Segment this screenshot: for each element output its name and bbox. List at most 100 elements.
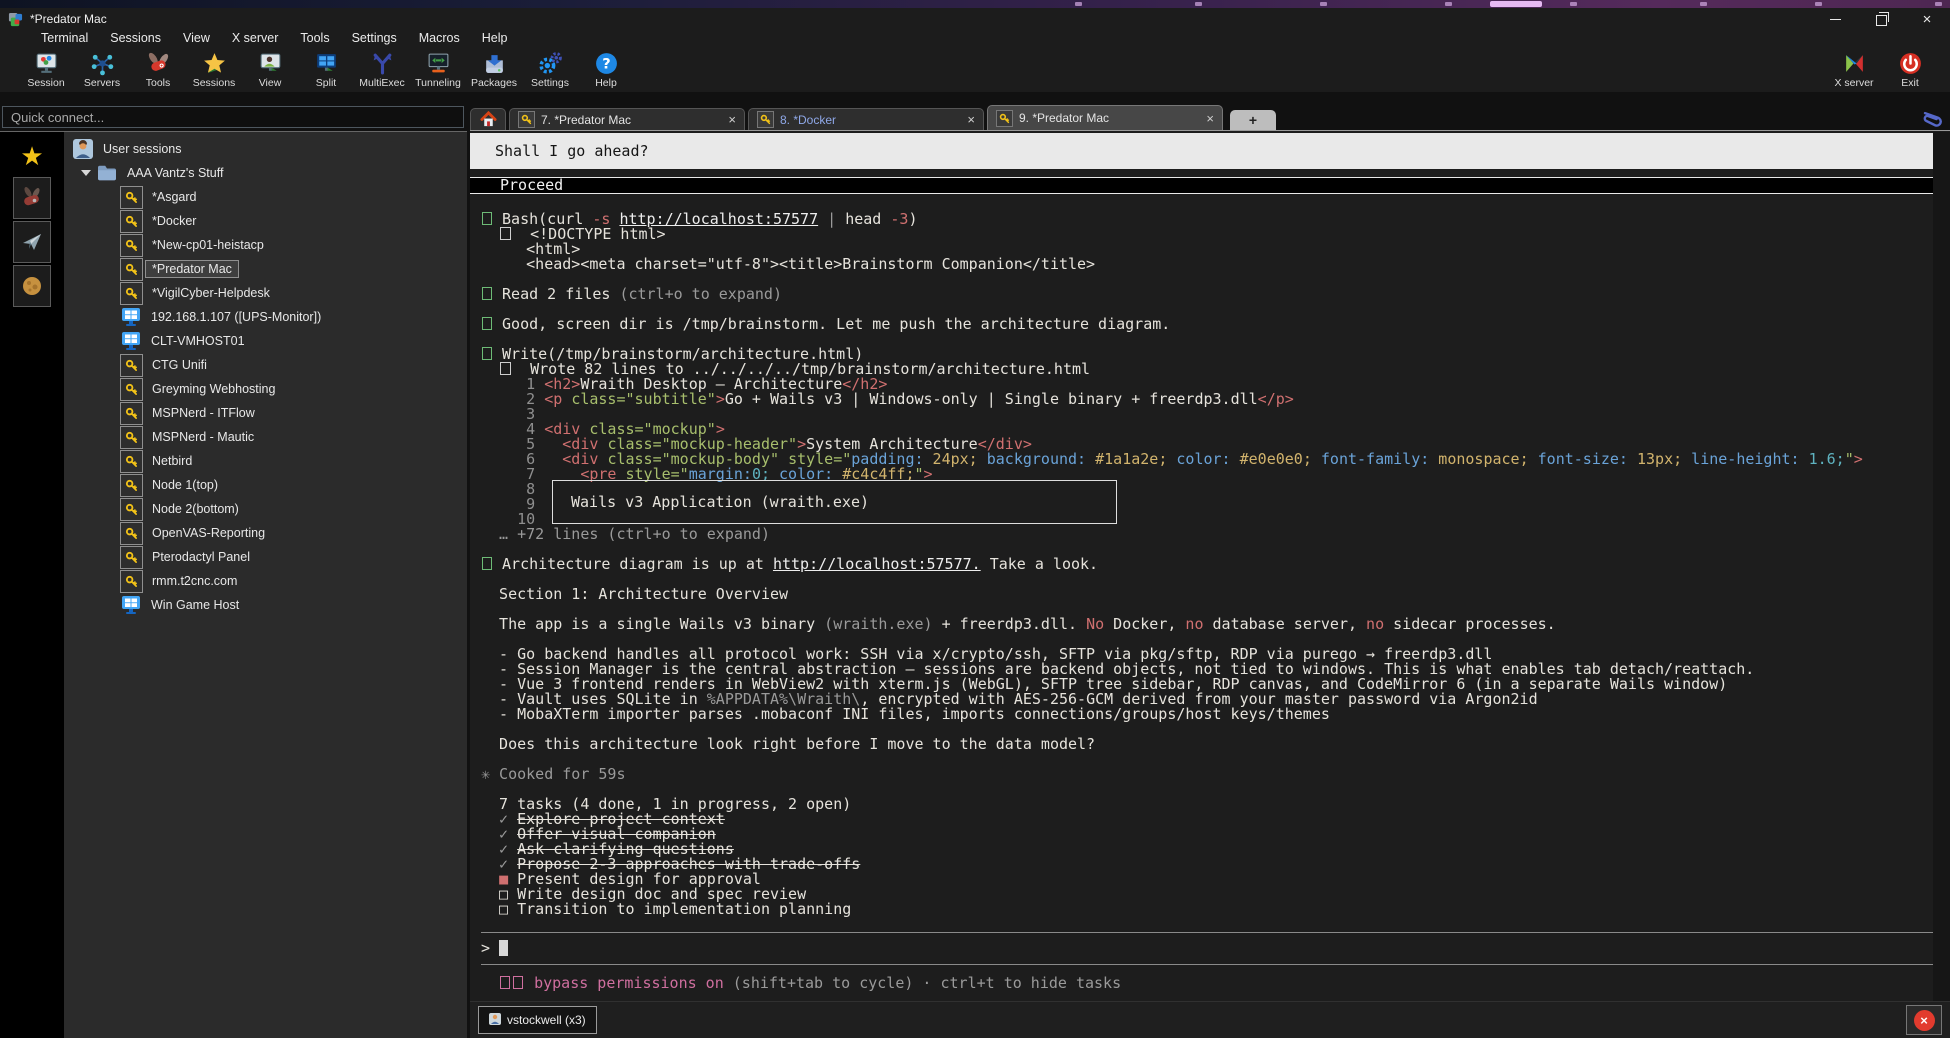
key-icon <box>521 114 532 125</box>
toolbar-split-button[interactable]: Split <box>298 48 354 92</box>
terminal-scrollbar[interactable] <box>1933 132 1950 1001</box>
toolbar-servers-button[interactable]: Servers <box>74 48 130 92</box>
menu-view[interactable]: View <box>172 30 221 48</box>
tab-session-7[interactable]: 7. *Predator Mac× <box>509 108 745 130</box>
tree-item-192-168-1-107-ups-monitor-[interactable]: 192.168.1.107 ([UPS-Monitor]) <box>64 305 467 329</box>
rail-plane-button[interactable] <box>13 221 51 263</box>
key-icon <box>120 474 143 497</box>
tab-close-icon[interactable]: × <box>728 112 736 127</box>
toolbar-session-button[interactable]: Session <box>18 48 74 92</box>
menu-terminal[interactable]: Terminal <box>30 30 99 48</box>
tree-item-aaa-vantz-s-stuff[interactable]: AAA Vantz's Stuff <box>64 161 467 185</box>
proceed-option[interactable]: Proceed <box>470 177 1933 194</box>
restore-button[interactable] <box>1858 8 1904 30</box>
text-segment: Good, screen dir is /tmp/brainstorm. Let… <box>493 315 1170 333</box>
settings-icon <box>538 51 563 76</box>
close-terminal-button[interactable]: × <box>1906 1005 1942 1035</box>
text-segment: □ Transition to implementation planning <box>481 900 851 918</box>
session-tree: User sessions AAA Vantz's Stuff*Asgard*Do… <box>64 132 467 1038</box>
menu-sessions[interactable]: Sessions <box>99 30 172 48</box>
tree-item-netbird[interactable]: Netbird <box>64 449 467 473</box>
toolbar-label: X server <box>1834 77 1873 89</box>
tab-session-8[interactable]: 8. *Docker× <box>748 108 984 130</box>
text-segment: | <box>818 210 845 228</box>
tree-item-label: Node 1(top) <box>152 478 218 492</box>
toolbar-tunneling-button[interactable]: Tunneling <box>410 48 466 92</box>
tab-close-icon[interactable]: × <box>1206 111 1214 126</box>
toolbar-tools-button[interactable]: Tools <box>130 48 186 92</box>
toolbar-exit-button[interactable]: Exit <box>1882 48 1938 92</box>
text-segment: The app is a single Wails v3 binary <box>481 615 824 633</box>
window-title: *Predator Mac <box>30 12 107 26</box>
tree-item-label: User sessions <box>103 142 182 156</box>
tree-item-label: CTG Unifi <box>152 358 207 372</box>
key-icon <box>120 282 143 305</box>
quick-connect-input[interactable]: Quick connect... <box>2 106 464 128</box>
key-icon <box>125 407 138 420</box>
tree-item--predator-mac[interactable]: *Predator Mac <box>64 257 467 281</box>
attachment-paperclip-icon[interactable] <box>1922 103 1946 129</box>
tool-bullet-icon <box>482 287 492 300</box>
ascii-diagram-box: Wails v3 Application (wraith.exe) <box>552 480 1117 524</box>
toolbar-help-button[interactable]: ? Help <box>578 48 634 92</box>
minimize-button[interactable] <box>1812 8 1858 30</box>
tab-close-icon[interactable]: × <box>967 112 975 127</box>
tree-item-node-1-top-[interactable]: Node 1(top) <box>64 473 467 497</box>
rail-knife-button[interactable] <box>13 177 51 219</box>
tree-item-clt-vmhost01[interactable]: CLT-VMHOST01 <box>64 329 467 353</box>
tree-item-node-2-bottom-[interactable]: Node 2(bottom) <box>64 497 467 521</box>
tree-item-win-game-host[interactable]: Win Game Host <box>64 593 467 617</box>
tree-item-user-sessions[interactable]: User sessions <box>64 137 467 161</box>
tree-item-mspnerd-mautic[interactable]: MSPNerd - Mautic <box>64 425 467 449</box>
tree-item-openvas-reporting[interactable]: OpenVAS-Reporting <box>64 521 467 545</box>
tree-item--new-cp01-heistacp[interactable]: *New-cp01-heistacp <box>64 233 467 257</box>
prompt-row[interactable]: > <box>481 937 508 959</box>
mobaxterm-window: *Predator Mac × TerminalSessionsViewX se… <box>0 0 1950 1038</box>
win-icon <box>120 306 142 328</box>
toolbar-view-button[interactable]: View <box>242 48 298 92</box>
menu-help[interactable]: Help <box>471 30 519 48</box>
tree-item-label: Pterodactyl Panel <box>152 550 250 564</box>
text-segment: bypass permissions on <box>525 974 733 992</box>
toolbar-settings-button[interactable]: Settings <box>522 48 578 92</box>
tree-item--asgard[interactable]: *Asgard <box>64 185 467 209</box>
tree-item--docker[interactable]: *Docker <box>64 209 467 233</box>
terminal-line: Architecture diagram is up at http://loc… <box>481 557 1933 572</box>
menu-tools[interactable]: Tools <box>289 30 340 48</box>
rail-star-button[interactable]: ★ <box>13 139 51 175</box>
title-bar[interactable]: *Predator Mac × <box>0 8 1950 30</box>
tab-session-9[interactable]: 9. *Predator Mac× <box>987 105 1223 130</box>
toolbar-label: Help <box>595 77 617 89</box>
chevron-down-icon[interactable] <box>76 170 96 176</box>
toolbar-sessions-button[interactable]: Sessions <box>186 48 242 92</box>
arrow-glyph-icon <box>513 976 523 989</box>
background-dot <box>1700 2 1707 6</box>
tree-item-ctg-unifi[interactable]: CTG Unifi <box>64 353 467 377</box>
menu-macros[interactable]: Macros <box>408 30 471 48</box>
text-segment: > <box>1854 450 1863 468</box>
toolbar-x-server-button[interactable]: X server <box>1826 48 1882 92</box>
new-tab-button[interactable]: + <box>1230 110 1276 130</box>
key-icon <box>120 378 143 401</box>
tree-item-rmm-t2cnc-com[interactable]: rmm.t2cnc.com <box>64 569 467 593</box>
background-dot <box>1075 2 1082 6</box>
shell-session-tab[interactable]: vstockwell (x3) <box>478 1006 597 1034</box>
tree-item-mspnerd-itflow[interactable]: MSPNerd - ITFlow <box>64 401 467 425</box>
menu-x-server[interactable]: X server <box>221 30 290 48</box>
close-terminal-icon: × <box>1914 1010 1935 1031</box>
svg-text:?: ? <box>602 56 610 73</box>
exit-icon <box>1898 51 1923 76</box>
tree-item-greyming-webhosting[interactable]: Greyming Webhosting <box>64 377 467 401</box>
toolbar-label: Servers <box>84 77 120 89</box>
close-button[interactable]: × <box>1904 8 1950 30</box>
toolbar-multiexec-button[interactable]: MultiExec <box>354 48 410 92</box>
tab-home[interactable] <box>470 108 506 130</box>
menu-settings[interactable]: Settings <box>341 30 408 48</box>
tree-item-pterodactyl-panel[interactable]: Pterodactyl Panel <box>64 545 467 569</box>
tree-item--vigilcyber-helpdesk[interactable]: *VigilCyber-Helpdesk <box>64 281 467 305</box>
help-icon: ? <box>594 51 619 76</box>
session-key-icon <box>757 111 774 128</box>
rail-globe-button[interactable] <box>13 265 51 307</box>
toolbar-packages-button[interactable]: Packages <box>466 48 522 92</box>
sidebar: ★ User sessionsAAA Vantz's Stuff*Asgard*… <box>0 131 467 1038</box>
